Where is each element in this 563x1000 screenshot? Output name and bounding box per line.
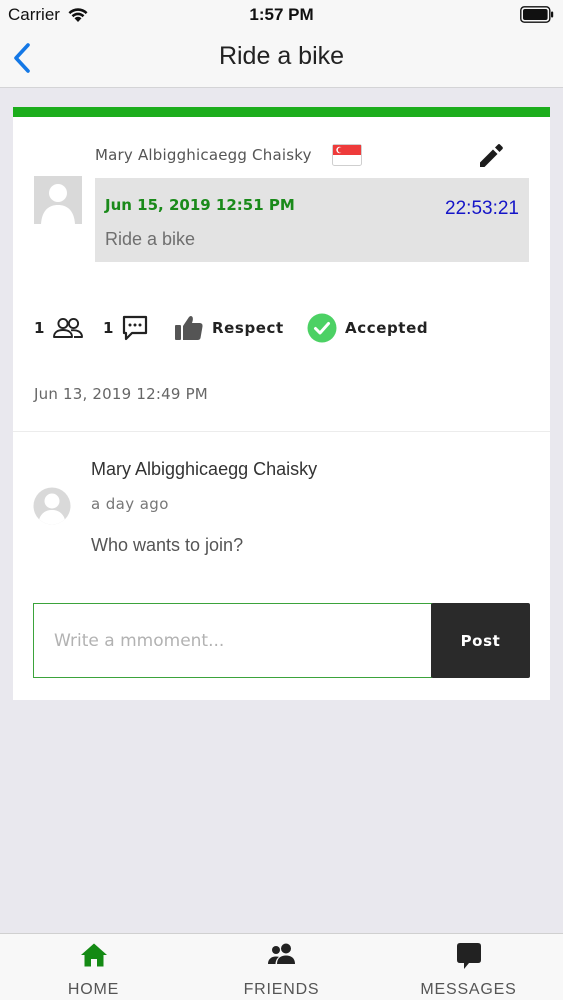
page-title: Ride a bike (218, 42, 345, 70)
people-icon (53, 317, 84, 338)
task-detail-box[interactable]: Jun 15, 2019 12:51 PM 22:53:21 Ride a bi… (95, 178, 529, 262)
tab-messages[interactable]: MESSAGES (375, 934, 562, 1000)
participants-stat[interactable]: 1 (34, 311, 84, 345)
tab-friends[interactable]: FRIENDS (188, 934, 375, 1000)
tab-messages-label: MESSAGES (420, 981, 517, 998)
comment-time: a day ago (91, 495, 169, 513)
tab-home[interactable]: HOME (0, 934, 187, 1000)
task-title: Ride a bike (105, 229, 196, 249)
messages-icon (456, 943, 481, 969)
accepted-status[interactable]: Accepted (307, 311, 428, 345)
accepted-label: Accepted (345, 319, 429, 337)
comments-count: 1 (103, 319, 114, 337)
comment-text: Who wants to join? (91, 535, 244, 555)
thumbs-up-icon (175, 316, 203, 340)
created-date: Jun 13, 2019 12:49 PM (34, 385, 208, 403)
divider (13, 431, 550, 432)
edit-pencil-icon[interactable] (475, 140, 507, 172)
tab-friends-label: FRIENDS (243, 981, 320, 998)
status-bar: Carrier 1:57 PM (0, 0, 563, 30)
tab-home-label: HOME (67, 981, 120, 998)
comment-input[interactable] (33, 603, 432, 678)
task-card: Mary Albigghicaegg Chaisky Jun 15, 2019 … (13, 107, 550, 700)
check-circle-icon (307, 313, 337, 343)
participants-count: 1 (34, 319, 45, 337)
status-time: 1:57 PM (249, 5, 314, 24)
status-accent-bar (13, 107, 550, 117)
author-name: Mary Albigghicaegg Chaisky (95, 146, 312, 164)
home-icon (80, 943, 107, 967)
tab-bar: HOME FRIENDS MESSAGES (0, 933, 563, 1000)
comment-bubble-icon (123, 315, 148, 341)
post-button[interactable]: Post (431, 603, 530, 678)
navigation-bar: Ride a bike (0, 30, 563, 88)
comments-stat[interactable]: 1 (103, 311, 149, 345)
singapore-flag-icon (332, 144, 362, 166)
battery-icon (520, 6, 554, 23)
countdown-timer: 22:53:21 (445, 198, 519, 219)
respect-label: Respect (212, 319, 284, 337)
task-stats-row: 1 1 Respect Accepted (34, 311, 534, 345)
respect-button[interactable]: Respect (174, 311, 284, 345)
comment-avatar-icon (33, 487, 71, 525)
due-date: Jun 15, 2019 12:51 PM (105, 196, 295, 214)
avatar-placeholder-icon (34, 176, 82, 224)
comment-author: Mary Albigghicaegg Chaisky (91, 459, 318, 479)
friends-icon (267, 943, 295, 964)
